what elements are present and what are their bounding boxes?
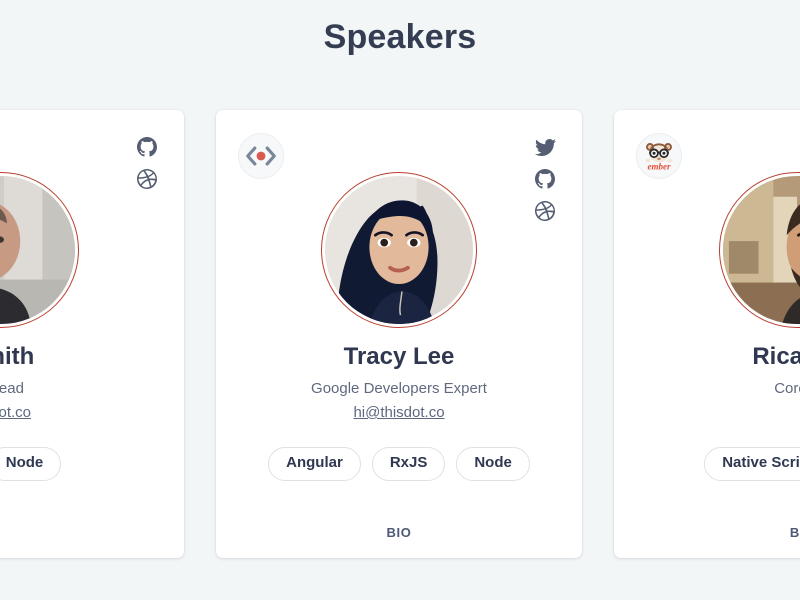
social-links xyxy=(534,136,556,222)
speakers-page: Speakers ith ead ot.co Node Tracy Lee Go… xyxy=(0,0,800,600)
ember-tomster-logo-icon: ember xyxy=(636,133,682,179)
tag-chip[interactable]: Native Script xyxy=(704,447,800,481)
speaker-role: Core T xyxy=(774,380,800,397)
avatar-image xyxy=(723,176,800,324)
speaker-card-list: Smith n Lead hisdot.co Node xyxy=(0,110,800,558)
tag-chip[interactable]: Node xyxy=(0,447,62,481)
dribbble-icon[interactable] xyxy=(136,168,158,190)
speaker-name: Ricardo xyxy=(752,343,800,370)
github-icon[interactable] xyxy=(534,168,556,190)
avatar xyxy=(719,172,800,328)
avatar-image xyxy=(325,176,473,324)
svg-text:ember: ember xyxy=(648,162,671,172)
speaker-card[interactable]: ember Rica Cor Native Scri B xyxy=(614,110,800,558)
tag-chip[interactable]: Angular xyxy=(268,447,361,481)
avatar-image xyxy=(0,176,75,324)
speaker-name: Smith xyxy=(0,343,35,370)
speaker-email-link[interactable]: hi@thisdot.co xyxy=(353,404,444,421)
speaker-role: n Lead xyxy=(0,380,24,397)
speaker-name: Tracy Lee xyxy=(343,343,455,370)
dribbble-icon[interactable] xyxy=(534,200,556,222)
tag-chip[interactable]: RxJS xyxy=(371,447,446,481)
bio-link[interactable]: BI xyxy=(614,525,800,540)
speaker-tags: Node xyxy=(0,447,184,481)
speaker-card[interactable]: Smith n Lead hisdot.co Node xyxy=(0,110,184,558)
avatar xyxy=(0,172,79,328)
speaker-role: Google Developers Expert xyxy=(311,380,487,397)
twitter-icon[interactable] xyxy=(534,136,556,158)
social-links xyxy=(136,136,158,190)
tag-chip[interactable]: Node xyxy=(456,447,530,481)
speaker-tags: Native Script A xyxy=(614,447,800,481)
bio-link[interactable]: BIO xyxy=(216,525,582,540)
thisdot-logo-icon xyxy=(238,133,284,179)
page-title: Speakers xyxy=(323,18,477,56)
speaker-identity: Ricardo Core T xyxy=(614,342,800,415)
github-icon[interactable] xyxy=(136,136,158,158)
speaker-identity: Smith n Lead hisdot.co xyxy=(0,342,184,422)
speaker-identity: Tracy Lee Google Developers Expert hi@th… xyxy=(216,342,582,422)
speaker-tags: Angular RxJS Node xyxy=(216,447,582,481)
speaker-email-link[interactable]: hisdot.co xyxy=(0,404,31,421)
avatar xyxy=(321,172,477,328)
speaker-card[interactable]: Tracy Lee Google Developers Expert hi@th… xyxy=(216,110,582,558)
